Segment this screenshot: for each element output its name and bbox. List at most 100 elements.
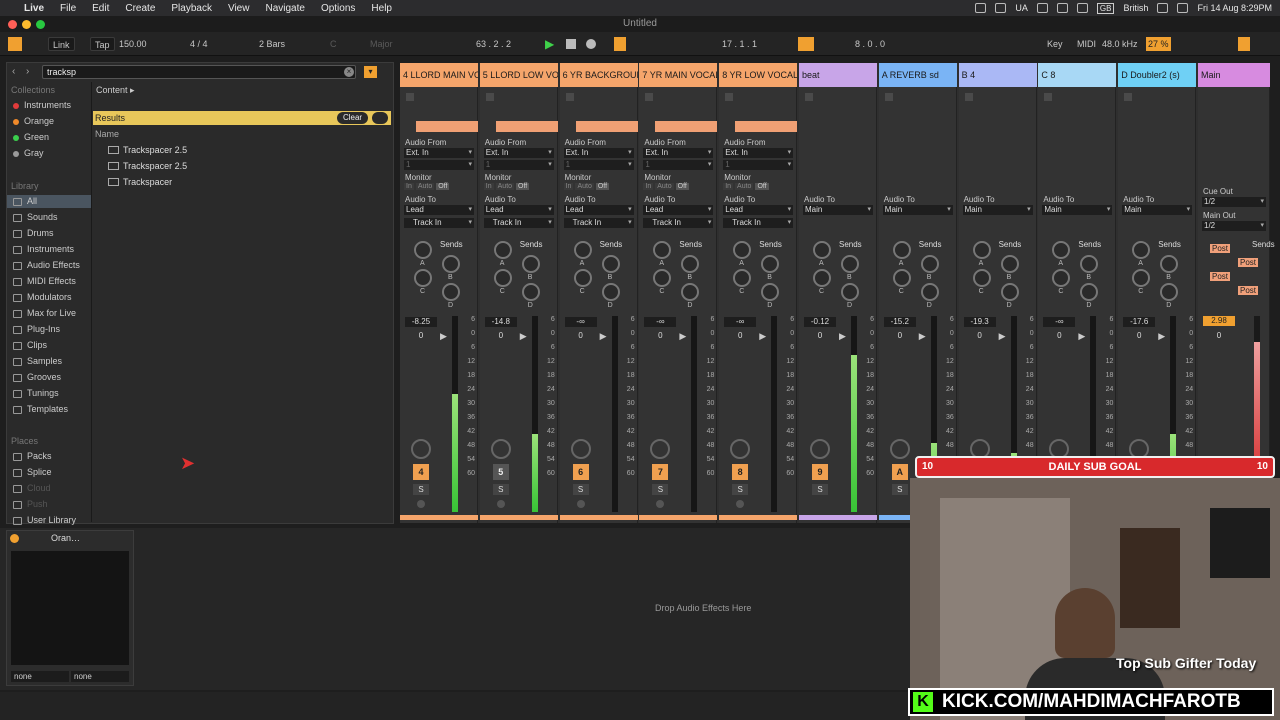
volume-field[interactable]: -14.8 <box>484 317 517 327</box>
send-knob[interactable] <box>1160 283 1179 301</box>
pan-field[interactable]: 0 <box>644 331 676 341</box>
clip-slot[interactable] <box>575 121 638 132</box>
clear-search-icon[interactable]: × <box>344 67 354 77</box>
loop-length-field[interactable]: 8 . 0 . 0 <box>855 37 885 51</box>
send-knob[interactable] <box>761 255 780 273</box>
input-channel-select[interactable]: 1 <box>563 160 634 170</box>
solo-button[interactable]: S <box>652 484 669 495</box>
post-button[interactable]: Post <box>1210 272 1231 281</box>
pan-field[interactable]: 0 <box>884 331 916 341</box>
pan-knob[interactable] <box>490 439 511 459</box>
status-icon[interactable] <box>1056 3 1068 13</box>
library-grooves[interactable]: Grooves <box>13 371 61 384</box>
send-knob[interactable] <box>892 269 911 287</box>
library-modulators[interactable]: Modulators <box>13 291 72 304</box>
menu-view[interactable]: View <box>220 3 258 14</box>
send-knob[interactable] <box>733 241 752 259</box>
track-activator-button[interactable]: 4 <box>413 464 429 480</box>
places-cloud[interactable]: Cloud <box>13 482 51 495</box>
pan-knob[interactable] <box>730 439 751 459</box>
input-channel-select[interactable]: 1 <box>483 160 554 170</box>
clip-stop-button[interactable] <box>805 93 813 101</box>
volume-field[interactable]: -0.12 <box>804 317 836 327</box>
send-knob[interactable] <box>1080 255 1099 273</box>
send-knob[interactable] <box>573 241 592 259</box>
places-packs[interactable]: Packs <box>13 450 52 463</box>
main-track-title[interactable]: Main <box>1198 63 1270 87</box>
fader-handle-icon[interactable]: ▶ <box>919 331 926 342</box>
solo-button[interactable]: S <box>812 484 828 495</box>
midi-map-button[interactable]: MIDI <box>1077 37 1096 51</box>
track-title[interactable]: 7 YR MAIN VOCAL <box>639 63 718 87</box>
volume-field[interactable]: -8.25 <box>405 317 437 327</box>
main-out-select[interactable]: 1/2 <box>1202 221 1266 231</box>
send-knob[interactable] <box>1052 241 1071 259</box>
send-knob[interactable] <box>521 255 540 273</box>
send-knob[interactable] <box>1132 241 1151 259</box>
fader-handle-icon[interactable]: ▶ <box>679 331 686 342</box>
add-results-button[interactable] <box>372 112 388 124</box>
key-map-button[interactable]: Key <box>1047 37 1063 51</box>
quantization-select[interactable]: 2 Bars <box>259 37 285 51</box>
audio-from-select[interactable]: Ext. In <box>404 148 474 158</box>
monitor-auto-button[interactable]: Auto <box>415 183 435 190</box>
send-knob[interactable] <box>761 283 780 301</box>
pan-field[interactable]: 0 <box>405 331 437 341</box>
song-position-field[interactable]: 63 . 2 . 2 <box>476 37 511 51</box>
collection-orange[interactable]: Orange <box>13 115 54 128</box>
send-knob[interactable] <box>653 269 672 287</box>
track-title[interactable]: B 4 <box>958 63 1037 87</box>
send-knob[interactable] <box>1160 255 1179 273</box>
result-row[interactable]: Trackspacer <box>108 175 172 188</box>
monitor-off-button[interactable]: Off <box>436 183 450 190</box>
panel-toggle-icon[interactable] <box>8 37 22 51</box>
clip-stop-button[interactable] <box>485 93 494 101</box>
arm-record-icon[interactable] <box>496 500 505 508</box>
pan-knob[interactable] <box>570 439 591 459</box>
stop-icon[interactable] <box>566 39 576 49</box>
scale-select[interactable]: Major <box>370 37 393 51</box>
pan-field[interactable]: 0 <box>1043 331 1075 341</box>
audio-from-select[interactable]: Ext. In <box>643 148 714 158</box>
library-max-for-live[interactable]: Max for Live <box>13 307 76 320</box>
monitor-off-button[interactable]: Off <box>595 183 610 190</box>
library-clips[interactable]: Clips <box>13 339 47 352</box>
clear-results-button[interactable]: Clear <box>337 112 368 124</box>
send-knob[interactable] <box>601 255 620 273</box>
track-in-select[interactable]: Track In <box>563 218 634 228</box>
pan-field[interactable]: 0 <box>724 331 756 341</box>
monitor-auto-button[interactable]: Auto <box>575 183 594 190</box>
send-knob[interactable] <box>601 283 620 301</box>
solo-button[interactable]: S <box>413 484 429 495</box>
audio-to-select[interactable]: Lead <box>643 205 714 215</box>
language-indicator[interactable]: UA <box>1015 3 1028 13</box>
main-pan-field[interactable]: 0 <box>1203 331 1235 341</box>
send-knob[interactable] <box>841 255 859 273</box>
send-knob[interactable] <box>442 283 460 301</box>
result-row[interactable]: Trackspacer 2.5 <box>108 159 187 172</box>
track-title[interactable]: 6 YR BACKGROUN <box>559 63 638 87</box>
send-knob[interactable] <box>442 255 460 273</box>
monitor-off-button[interactable]: Off <box>675 183 689 190</box>
monitor-in-button[interactable]: In <box>643 183 654 190</box>
track-in-select[interactable]: Track In <box>643 218 714 228</box>
clip-stop-button[interactable] <box>406 93 414 101</box>
send-knob[interactable] <box>1000 283 1019 301</box>
send-knob[interactable] <box>1080 283 1099 301</box>
library-plug-ins[interactable]: Plug-Ins <box>13 323 60 336</box>
fader-handle-icon[interactable]: ▶ <box>839 331 846 342</box>
send-knob[interactable] <box>892 241 911 259</box>
play-icon[interactable]: ▶ <box>545 37 554 51</box>
fader-handle-icon[interactable]: ▶ <box>520 331 527 342</box>
monitor-auto-button[interactable]: Auto <box>495 183 515 190</box>
menu-create[interactable]: Create <box>117 3 163 14</box>
audio-to-select[interactable]: Main <box>803 205 873 215</box>
audio-to-select[interactable]: Lead <box>483 205 554 215</box>
send-knob[interactable] <box>813 269 831 287</box>
send-knob[interactable] <box>573 269 592 287</box>
audio-to-select[interactable]: Main <box>962 205 1033 215</box>
library-sounds[interactable]: Sounds <box>13 211 58 224</box>
library-audio-effects[interactable]: Audio Effects <box>13 259 80 272</box>
input-channel-select[interactable]: 1 <box>723 160 794 170</box>
library-midi-effects[interactable]: MIDI Effects <box>13 275 76 288</box>
